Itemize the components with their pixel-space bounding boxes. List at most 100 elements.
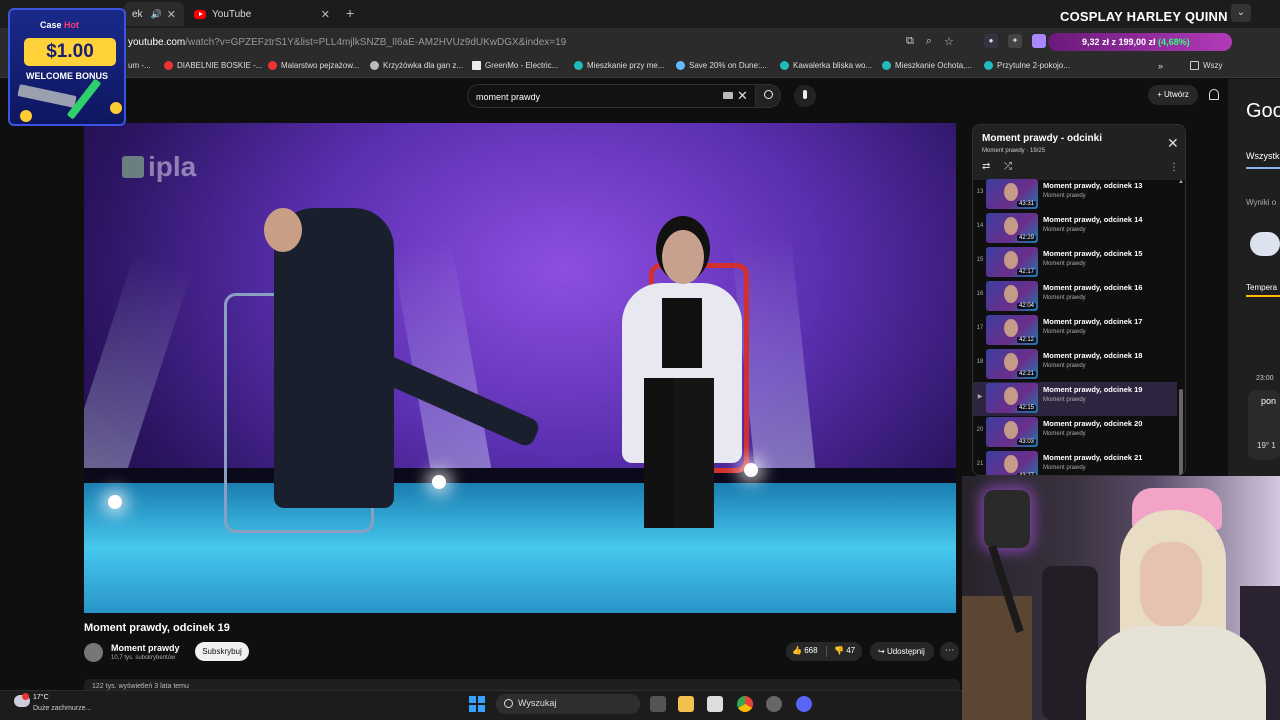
folder-icon [1190, 61, 1199, 70]
bookmark-item[interactable]: GreenMo - Electric... [472, 61, 558, 70]
tab-active[interactable]: ek 🔊 ✕ [124, 2, 184, 26]
url-host: youtube.com [128, 37, 186, 48]
floor-spotlight [108, 495, 122, 509]
search-button[interactable] [755, 84, 781, 108]
bookmark-icon [676, 61, 685, 70]
extension-icon[interactable] [1032, 34, 1046, 48]
item-channel: Moment prawdy [1043, 431, 1086, 437]
casino-ad-overlay[interactable]: Case Hot $1.00 WELCOME BONUS [8, 8, 126, 126]
share-button[interactable]: ↪ Udostępnij [870, 642, 934, 661]
like-button[interactable]: 👍 668 [792, 646, 818, 655]
bookmark-item[interactable]: Przytulne 2-pokojo... [984, 61, 1070, 70]
video-thumbnail: 42:17 [986, 247, 1038, 277]
item-title: Moment prawdy, odcinek 21 [1043, 453, 1143, 462]
search-input[interactable]: moment prawdy [467, 84, 757, 108]
more-vert-icon[interactable]: ⋮ [1169, 162, 1179, 173]
close-icon[interactable]: ✕ [1167, 135, 1179, 152]
weather-temp[interactable]: 17°C [33, 694, 49, 701]
scroll-up-icon[interactable]: ▲ [1178, 179, 1184, 185]
playlist-title[interactable]: Moment prawdy - odcinki [982, 133, 1102, 144]
discord-icon[interactable] [796, 696, 812, 712]
speaker-icon[interactable]: 🔊 [151, 9, 162, 20]
more-bookmarks-icon[interactable]: » [1158, 61, 1163, 71]
bookmark-item[interactable]: Malarstwo pejzażow... [268, 61, 359, 70]
playlist-item[interactable]: 14 42:29 Moment prawdy, odcinek 14 Moment p… [973, 212, 1177, 246]
chrome-icon[interactable] [737, 696, 753, 712]
bookmark-item[interactable]: Mieszkanie Ochota,... [882, 61, 972, 70]
tab-label: ek [132, 8, 143, 20]
thumbnail-face [1004, 183, 1018, 201]
channel-name[interactable]: Moment prawdy [111, 643, 180, 653]
item-title: Moment prawdy, odcinek 20 [1043, 419, 1143, 428]
playlist-item[interactable]: 20 43:03 Moment prawdy, odcinek 20 Moment p… [973, 416, 1177, 450]
playlist-item[interactable]: 18 42:21 Moment prawdy, odcinek 18 Moment p… [973, 348, 1177, 382]
task-view-icon[interactable] [650, 696, 666, 712]
thumbs-up-icon: 👍 [792, 646, 802, 655]
item-title: Moment prawdy, odcinek 19 [1043, 385, 1143, 394]
address-bar[interactable]: youtube.com/watch?v=GPZEFztrS1Y&list=PLL… [128, 37, 566, 48]
star-icon[interactable]: ☆ [944, 35, 954, 48]
tab-youtube[interactable]: YouTube ✕ [186, 2, 338, 26]
video-thumbnail: 42:21 [986, 349, 1038, 379]
tab-underline [1246, 295, 1280, 297]
item-title: Moment prawdy, odcinek 17 [1043, 317, 1143, 326]
playlist-item-current[interactable]: ▶ 42:15 Moment prawdy, odcinek 19 Moment pr… [973, 382, 1177, 416]
browser-tab-strip: ek 🔊 ✕ YouTube ✕ + COSPLAY HARLEY QUINN … [0, 0, 1280, 28]
video-player[interactable]: ipla [84, 123, 956, 613]
playlist-scrollbar[interactable] [1179, 389, 1183, 475]
subscribe-button[interactable]: Subskrybuj [195, 642, 249, 661]
clear-search-icon[interactable]: ✕ [737, 88, 748, 104]
bookmark-item[interactable]: Mieszkanie przy me... [574, 61, 664, 70]
weather-desc[interactable]: Duże zachmurze... [33, 705, 91, 712]
taskbar-search[interactable]: Wyszukaj [496, 694, 640, 714]
price-progress-pill: 9,32 zł z 199,00 zł (4,68%) [1048, 33, 1232, 51]
bookmark-item[interactable]: Krzyżówka dla gan z... [370, 61, 463, 70]
bookmark-folder[interactable]: Wszy [1190, 61, 1223, 70]
file-explorer-icon[interactable] [678, 696, 694, 712]
host-head [264, 208, 302, 252]
thumbnail-face [1004, 455, 1018, 473]
bell-icon[interactable] [1209, 89, 1219, 100]
more-actions-button[interactable]: ⋯ [940, 642, 959, 661]
bookmark-item[interactable]: DIABELNIE BOSKIE -... [164, 61, 262, 70]
close-tab-icon[interactable]: ✕ [321, 8, 330, 21]
google-tab-all[interactable]: Wszystk [1246, 151, 1280, 161]
playlist-item[interactable]: 21 43:27 Moment prawdy, odcinek 21 Moment p… [973, 450, 1177, 475]
microphone [984, 490, 1030, 548]
keyboard-icon[interactable] [723, 92, 733, 99]
playlist-item[interactable]: 16 42:04 Moment prawdy, odcinek 16 Moment p… [973, 280, 1177, 314]
tab-underline [1246, 167, 1280, 169]
item-title: Moment prawdy, odcinek 13 [1043, 181, 1143, 190]
item-index: 18 [976, 359, 984, 365]
playlist-item[interactable]: 13 43:31 Moment prawdy, odcinek 13 Moment p… [973, 178, 1177, 212]
bookmark-item[interactable]: um -... [128, 61, 151, 70]
install-icon[interactable]: ⧉ [906, 35, 914, 48]
share-icon: ↪ [878, 647, 885, 656]
dislike-button[interactable]: 👎 47 [834, 646, 855, 655]
bookmark-item[interactable]: Save 20% on Dune:... [676, 61, 767, 70]
loop-icon[interactable]: ⇄ [982, 161, 990, 172]
playlist-item[interactable]: 15 42:17 Moment prawdy, odcinek 15 Moment p… [973, 246, 1177, 280]
item-title: Moment prawdy, odcinek 16 [1043, 283, 1143, 292]
item-title: Moment prawdy, odcinek 14 [1043, 215, 1143, 224]
background-painting [962, 596, 1032, 720]
thumbs-down-icon: 👎 [834, 646, 844, 655]
zoom-icon[interactable]: ⌕ [926, 35, 932, 48]
steam-icon[interactable] [766, 696, 782, 712]
bookmark-item[interactable]: Kawalerka bliska wo... [780, 61, 872, 70]
playlist-item[interactable]: 17 42:12 Moment prawdy, odcinek 17 Moment p… [973, 314, 1177, 348]
channel-avatar[interactable] [84, 643, 103, 662]
tab-search-button[interactable]: ⌄ [1231, 4, 1251, 22]
start-icon[interactable] [469, 696, 485, 712]
store-icon[interactable] [707, 696, 723, 712]
item-title: Moment prawdy, odcinek 15 [1043, 249, 1143, 258]
voice-search-button[interactable] [794, 85, 816, 107]
new-tab-button[interactable]: + [346, 5, 354, 21]
weather-temp-tab[interactable]: Tempera [1246, 283, 1277, 292]
extension-icon[interactable]: ● [984, 34, 998, 48]
extension-icon[interactable]: ✦ [1008, 34, 1022, 48]
create-button[interactable]: + Utwórz [1148, 85, 1198, 105]
close-tab-icon[interactable]: ✕ [167, 8, 176, 21]
stream-overlay-title: COSPLAY HARLEY QUINN [1060, 9, 1228, 24]
shuffle-icon[interactable]: ⤮ [1004, 161, 1012, 172]
